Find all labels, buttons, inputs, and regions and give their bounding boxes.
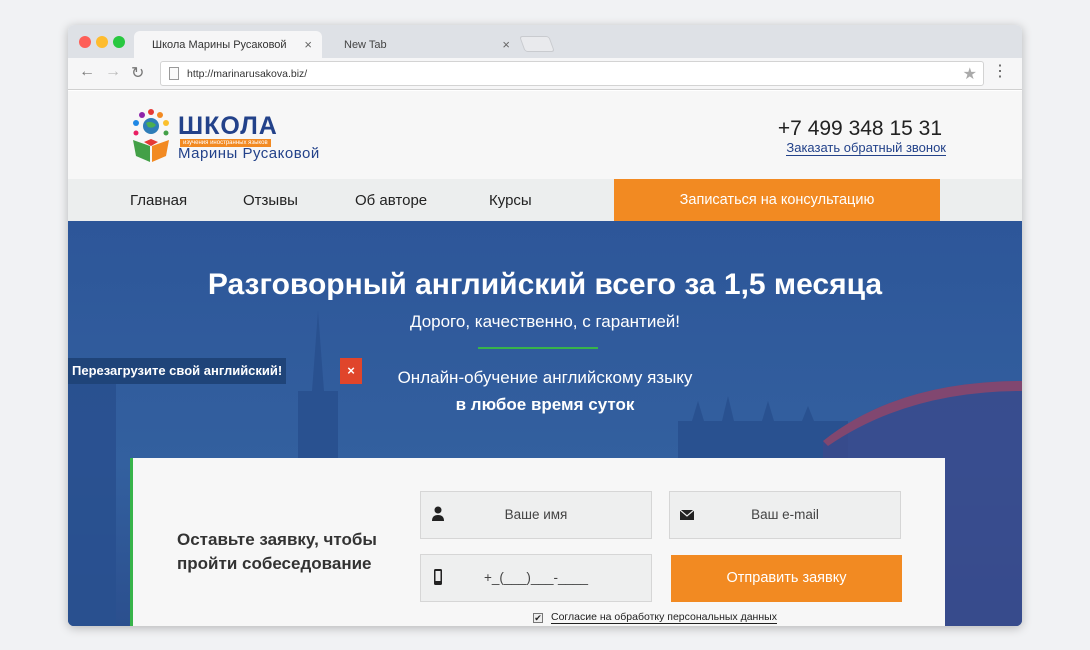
url-text: http://marinarusakova.biz/ — [187, 68, 308, 80]
close-tab-icon[interactable]: × — [502, 37, 510, 52]
email-input[interactable]: Ваш e-mail — [669, 491, 901, 539]
phone-placeholder: +_(___)___-____ — [484, 570, 588, 585]
hero-line-2: в любое время суток — [455, 395, 635, 414]
form-title: Оставьте заявку, чтобы пройти собеседова… — [177, 530, 377, 573]
site-header: ШКОЛА изучения иностранных языков Марины… — [68, 91, 1022, 179]
nav-item-about-author[interactable]: Об авторе — [355, 192, 427, 209]
url-input[interactable]: http://marinarusakova.biz/ ★ — [160, 61, 984, 86]
hero-headline: Разговорный английский всего за 1,5 меся… — [207, 268, 883, 301]
close-tab-icon[interactable]: × — [304, 37, 312, 52]
bookmark-star-icon[interactable]: ★ — [963, 64, 977, 84]
email-placeholder: Ваш e-mail — [751, 507, 819, 522]
maximize-window-button[interactable] — [113, 36, 125, 48]
submit-button[interactable]: Отправить заявку — [671, 555, 902, 602]
tab-bar: Школа Марины Русаковой × New Tab × — [68, 25, 1022, 58]
school-logo-icon[interactable] — [130, 106, 172, 162]
close-window-button[interactable] — [79, 36, 91, 48]
minimize-window-button[interactable] — [96, 36, 108, 48]
logo-subtitle: Марины Русаковой — [178, 145, 320, 162]
promo-label[interactable]: Перезагрузите свой английский! — [68, 358, 287, 384]
phone-input[interactable]: +_(___)___-____ — [420, 554, 652, 602]
main-nav: Главная Отзывы Об авторе Курсы Записатьс… — [68, 179, 1022, 221]
name-input[interactable]: Ваше имя — [420, 491, 652, 539]
consent-link[interactable]: Согласие на обработку персональных данны… — [551, 611, 777, 624]
address-bar-row: ← → ↻ http://marinarusakova.biz/ ★ ⋮ — [68, 58, 1022, 90]
new-tab-button[interactable] — [519, 36, 555, 52]
page-icon — [169, 67, 179, 80]
tab-title: New Tab — [344, 39, 387, 51]
name-placeholder: Ваше имя — [504, 507, 568, 522]
promo-close-button[interactable]: × — [340, 358, 362, 384]
hero-subheadline: Дорого, качественно, с гарантией! — [409, 312, 681, 331]
forward-arrow-icon[interactable]: → — [105, 63, 121, 81]
reload-icon[interactable]: ↻ — [131, 63, 144, 83]
nav-item-reviews[interactable]: Отзывы — [243, 192, 298, 209]
webpage: ШКОЛА изучения иностранных языков Марины… — [68, 91, 1022, 626]
hero-divider — [478, 347, 598, 349]
hero-section: Разговорный английский всего за 1,5 меся… — [68, 221, 1022, 626]
tab-title: Школа Марины Русаковой — [152, 39, 287, 51]
consent-checkbox[interactable]: ✔ — [533, 613, 543, 623]
nav-item-courses[interactable]: Курсы — [489, 192, 532, 209]
logo-title: ШКОЛА — [178, 112, 278, 140]
signup-form: Оставьте заявку, чтобы пройти собеседова… — [130, 458, 945, 626]
consultation-button[interactable]: Записаться на консультацию — [614, 179, 940, 221]
tab-new-tab[interactable]: New Tab × — [326, 31, 520, 58]
tab-school[interactable]: Школа Марины Русаковой × — [134, 31, 322, 58]
back-arrow-icon[interactable]: ← — [79, 63, 95, 81]
phone-number[interactable]: +7 499 348 15 31 — [778, 117, 942, 141]
nav-item-home[interactable]: Главная — [130, 192, 187, 209]
consent-row: ✔ Согласие на обработку персональных данн… — [533, 611, 777, 624]
browser-window: Школа Марины Русаковой × New Tab × ← → ↻… — [68, 25, 1022, 626]
browser-menu-icon[interactable]: ⋮ — [992, 64, 1008, 80]
callback-link[interactable]: Заказать обратный звонок — [786, 140, 946, 156]
